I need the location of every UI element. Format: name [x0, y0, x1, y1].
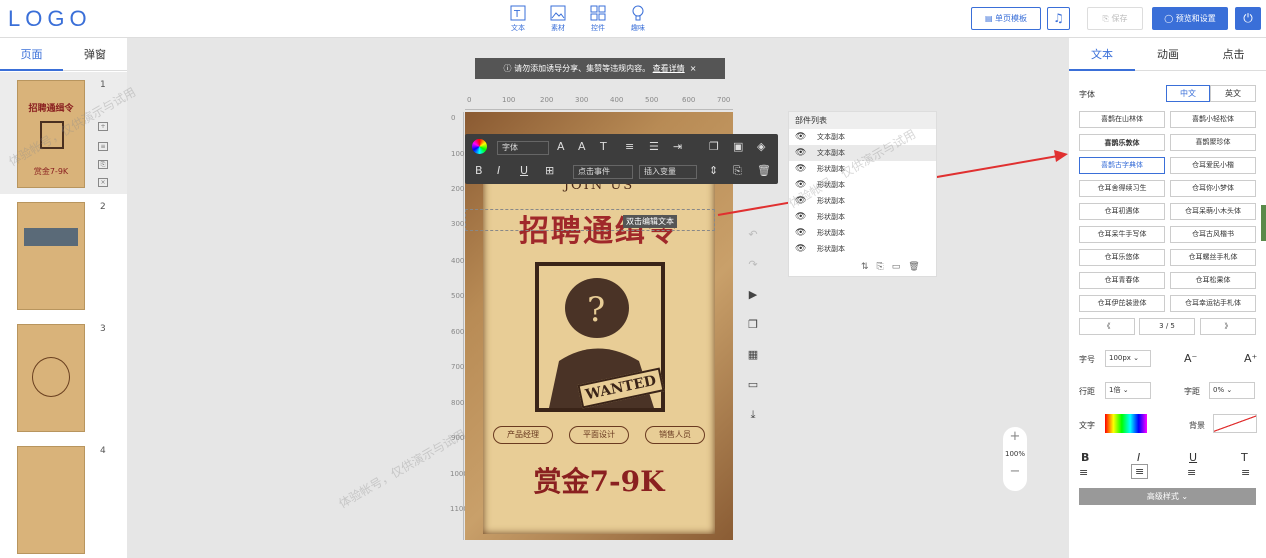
font-option[interactable]: 喜鹊小轻松体: [1170, 111, 1256, 128]
undo-button[interactable]: ↶: [746, 228, 760, 241]
layers-button[interactable]: ❐: [746, 318, 760, 331]
font-option[interactable]: 喜鹊聚珍体: [1170, 134, 1256, 151]
font-option[interactable]: 仓耳呆牛手写体: [1079, 226, 1165, 243]
letter-spacing-value: 0%: [1213, 386, 1225, 394]
text-color-label: 文字: [1079, 421, 1095, 430]
advanced-style-button[interactable]: 高级样式 ⌄: [1079, 488, 1256, 505]
component-row-label: 形状副本: [817, 229, 845, 237]
font-size-label: 字号: [1079, 355, 1095, 364]
property-panel: 文本 动画 点击 字体 中文 英文 喜鹊在山林体 喜鹊小轻松体 喜鹊乐敦体 喜鹊…: [1069, 38, 1266, 558]
align-right-icon[interactable]: ≡: [1187, 466, 1196, 479]
font-option[interactable]: 喜鹊乐敦体: [1079, 134, 1165, 151]
tab-click[interactable]: 点击: [1201, 38, 1266, 71]
component-row[interactable]: 👁 形状副本: [789, 241, 936, 257]
font-option[interactable]: 仓耳爱民小楷: [1170, 157, 1256, 174]
component-row-label: 文本副本: [817, 133, 845, 141]
redo-button[interactable]: ↷: [746, 258, 760, 271]
font-option-selected[interactable]: 喜鹊古字典体: [1079, 157, 1165, 174]
component-list-title: 部件列表: [789, 112, 936, 129]
font-option[interactable]: 仓耳古风楷书: [1170, 226, 1256, 243]
text-color-picker[interactable]: [1105, 414, 1147, 433]
line-height-select[interactable]: 1倍 ⌄: [1105, 382, 1151, 399]
font-prev-page-button[interactable]: 《: [1079, 318, 1135, 335]
increase-font-icon[interactable]: A⁺: [1244, 352, 1257, 365]
underline-icon[interactable]: U: [1189, 451, 1197, 464]
decrease-font-icon[interactable]: A⁻: [1184, 352, 1197, 365]
component-row-label: 文本副本: [817, 149, 845, 157]
side-handle[interactable]: [1261, 205, 1266, 241]
component-row-label: 形状副本: [817, 245, 845, 253]
grid-button[interactable]: ▦: [746, 348, 760, 361]
component-row-label: 形状副本: [817, 213, 845, 221]
font-option[interactable]: 仓耳初遇体: [1079, 203, 1165, 220]
component-row-label: 形状副本: [817, 197, 845, 205]
mobile-preview-button[interactable]: ▭: [746, 378, 760, 391]
bold-icon[interactable]: B: [1081, 451, 1089, 464]
letter-spacing-label: 字距: [1184, 387, 1200, 396]
font-option[interactable]: 仓耳伊芘装逊体: [1079, 295, 1165, 312]
background-color-picker[interactable]: [1213, 414, 1257, 433]
font-label: 字体: [1079, 90, 1095, 99]
advanced-style-label: 高级样式: [1146, 492, 1179, 501]
tab-animation[interactable]: 动画: [1135, 38, 1201, 71]
component-row[interactable]: 👁 形状副本: [789, 225, 936, 241]
italic-icon[interactable]: I: [1137, 451, 1140, 464]
font-option[interactable]: 仓耳你小梦体: [1170, 180, 1256, 197]
letter-spacing-select[interactable]: 0% ⌄: [1209, 382, 1255, 399]
font-option[interactable]: 仓耳呆萌小木头体: [1170, 203, 1256, 220]
eye-icon[interactable]: 👁: [795, 225, 806, 241]
font-option[interactable]: 仓耳舍得续习生: [1079, 180, 1165, 197]
zoom-control: + 100% −: [1003, 427, 1027, 491]
align-center-icon[interactable]: ≡: [1131, 464, 1149, 479]
tab-text[interactable]: 文本: [1069, 38, 1135, 71]
line-height-value: 1倍: [1109, 386, 1121, 394]
font-option[interactable]: 仓耳乐悠体: [1079, 249, 1165, 266]
align-justify-icon[interactable]: ≡: [1241, 466, 1250, 479]
align-left-icon[interactable]: ≡: [1079, 466, 1088, 479]
font-option[interactable]: 仓耳螺丝手札体: [1170, 249, 1256, 266]
font-option[interactable]: 仓耳青春体: [1079, 272, 1165, 289]
lang-en-toggle[interactable]: 英文: [1210, 85, 1256, 102]
eye-icon[interactable]: 👁: [795, 129, 806, 145]
font-size-value: 100px: [1109, 354, 1131, 362]
vertical-text-icon[interactable]: T: [1241, 451, 1248, 464]
zoom-in-button[interactable]: +: [1003, 429, 1027, 444]
zoom-level: 100%: [1004, 450, 1025, 458]
line-height-label: 行距: [1079, 387, 1095, 396]
eye-icon[interactable]: 👁: [795, 241, 806, 257]
font-option[interactable]: 喜鹊在山林体: [1079, 111, 1165, 128]
download-button[interactable]: ⤓: [746, 408, 760, 421]
font-option[interactable]: 仓耳幸运钻手札体: [1170, 295, 1256, 312]
component-row[interactable]: 👁 形状副本: [789, 209, 936, 225]
eye-icon[interactable]: 👁: [795, 145, 806, 161]
background-label: 背景: [1189, 421, 1205, 430]
eye-icon[interactable]: 👁: [795, 161, 806, 177]
zoom-out-button[interactable]: −: [1003, 464, 1027, 479]
font-option[interactable]: 仓耳松果体: [1170, 272, 1256, 289]
font-page-indicator: 3 / 5: [1139, 318, 1195, 335]
play-button[interactable]: ▶: [746, 288, 760, 301]
font-next-page-button[interactable]: 》: [1200, 318, 1256, 335]
eye-icon[interactable]: 👁: [795, 209, 806, 225]
font-size-select[interactable]: 100px ⌄: [1105, 350, 1151, 367]
lang-cn-toggle[interactable]: 中文: [1166, 85, 1210, 102]
component-actions[interactable]: ⇅⎘▭🗑: [861, 262, 928, 272]
